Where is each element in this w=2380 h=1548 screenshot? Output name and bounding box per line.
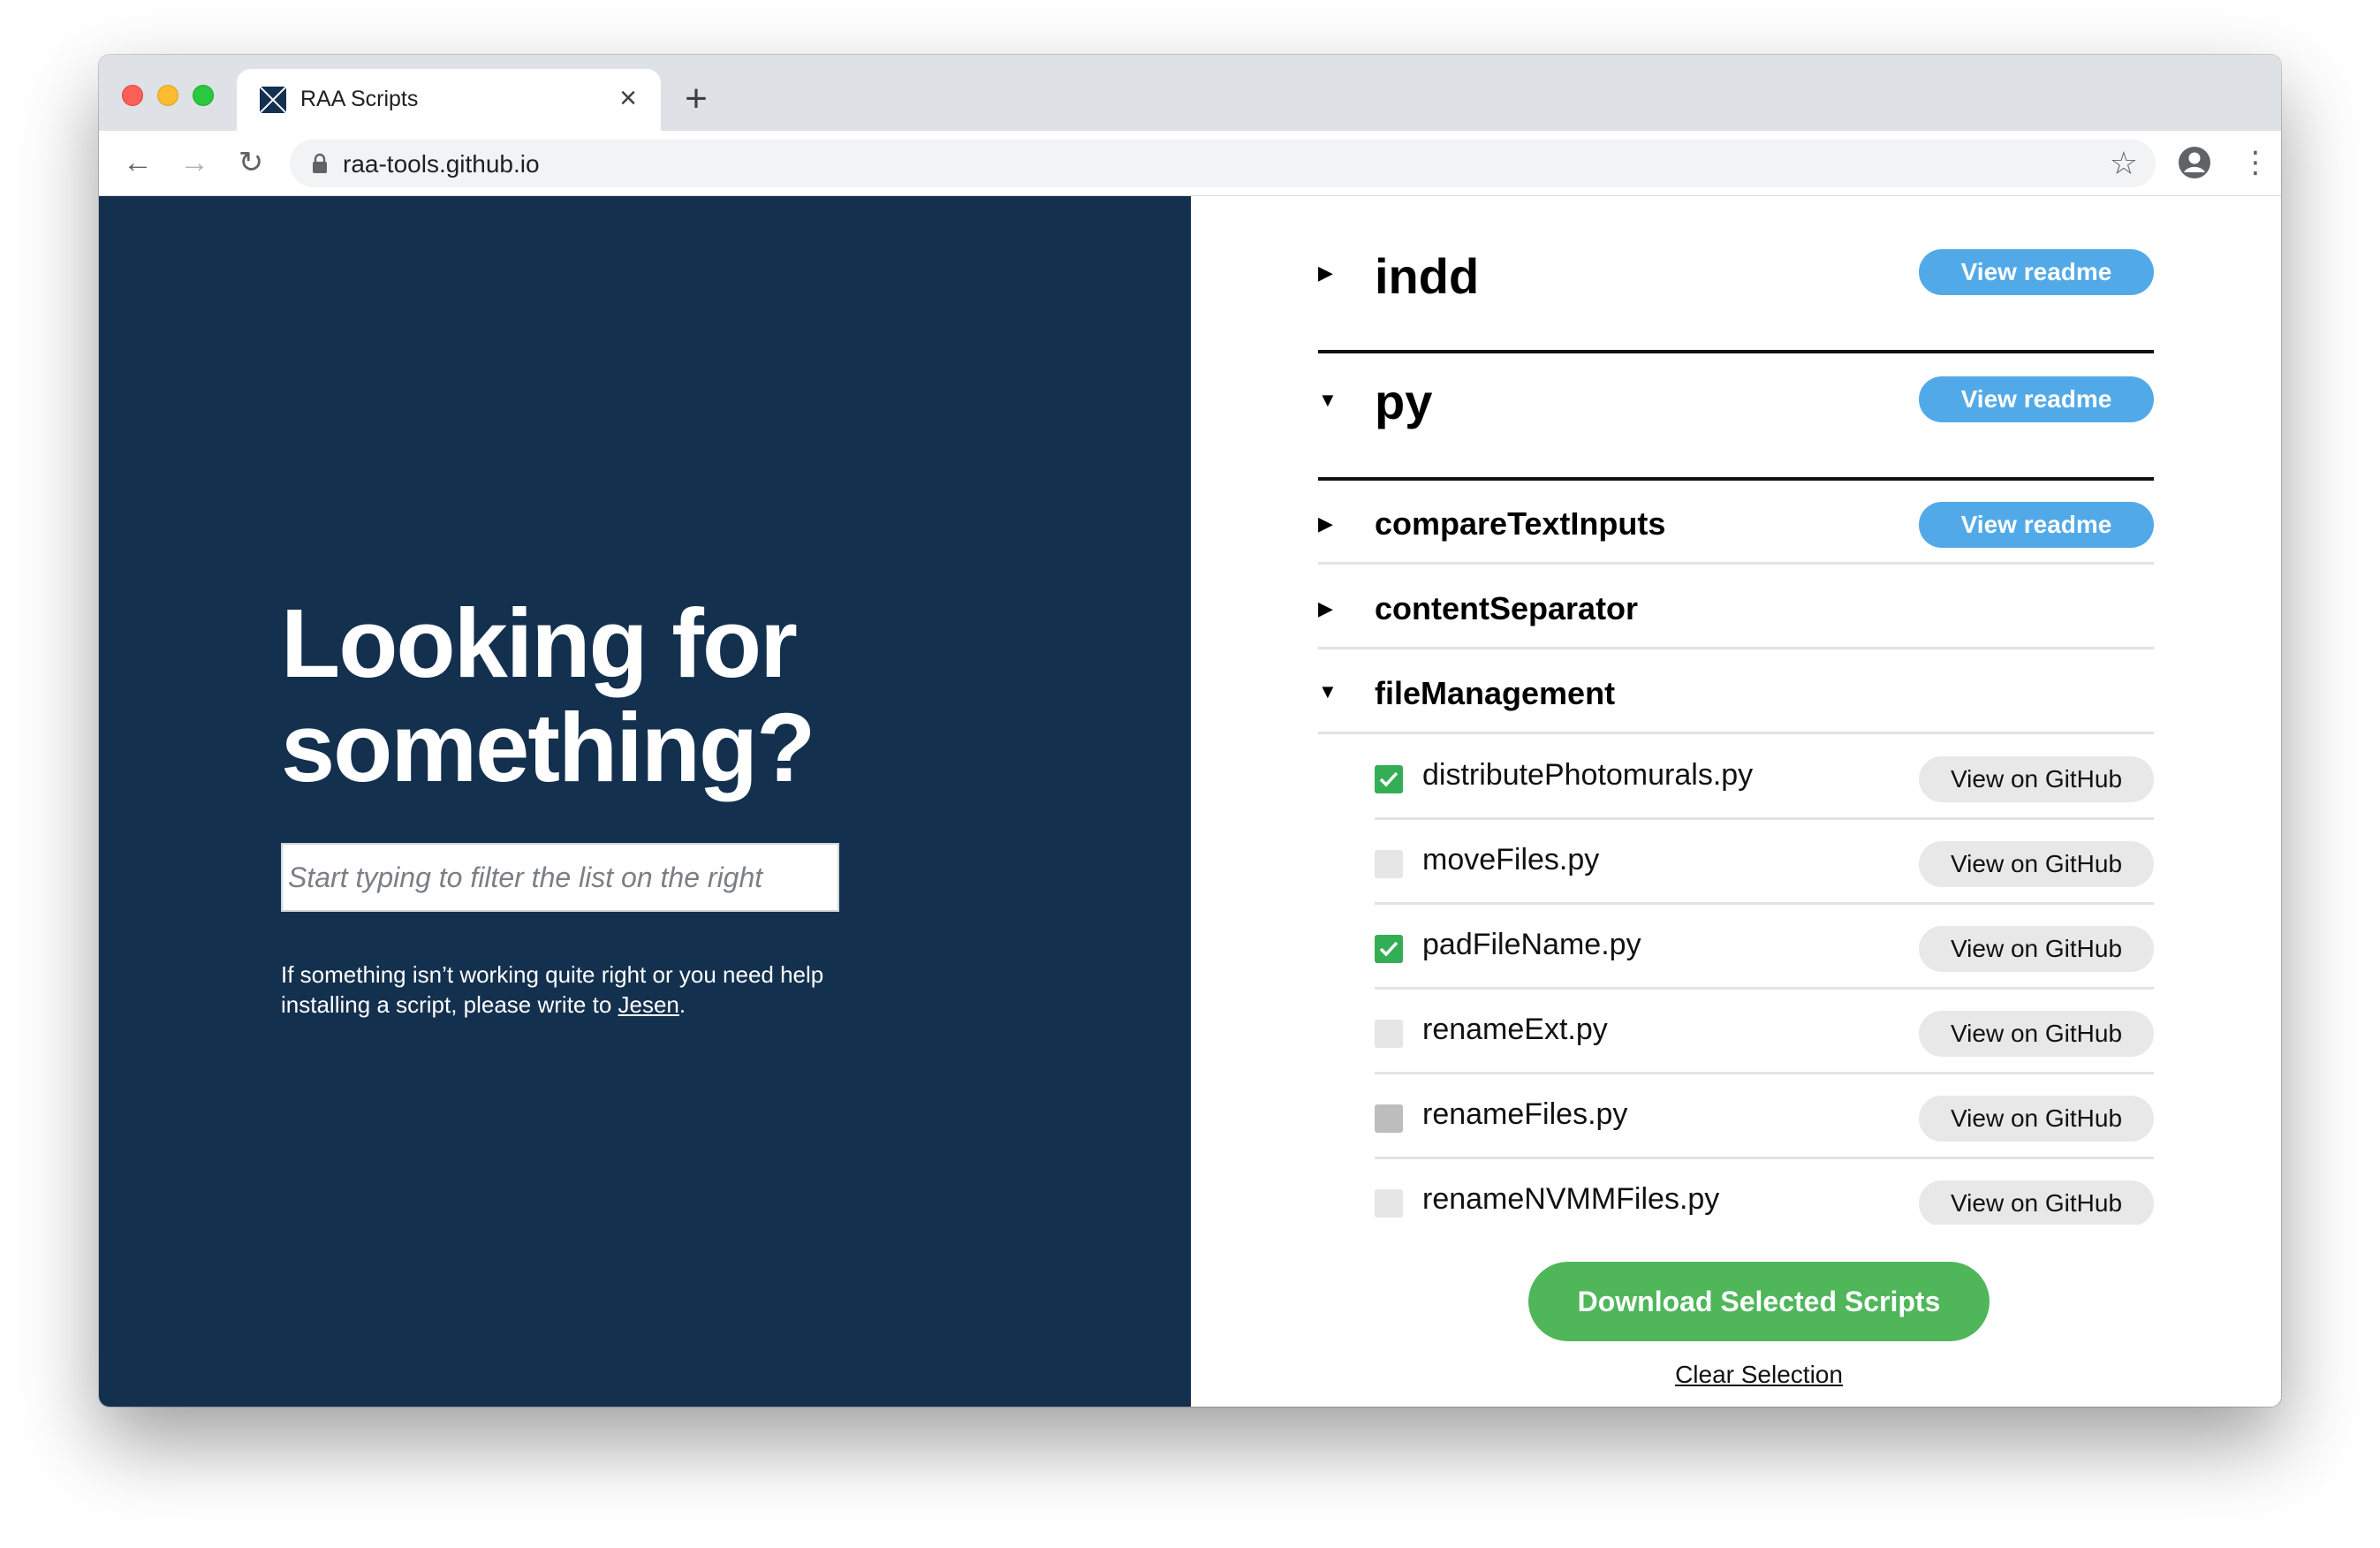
right-panel: ▶ indd View readme ▼ py View readme ▶ co… — [1191, 196, 2281, 1407]
lock-icon — [313, 153, 327, 173]
view-on-github-button[interactable]: View on GitHub — [1919, 1180, 2154, 1225]
caret-right-icon[interactable]: ▶ — [1318, 597, 1341, 620]
caret-down-icon[interactable]: ▼ — [1318, 389, 1341, 412]
section-title: py — [1375, 374, 1433, 429]
tab-raa-scripts[interactable]: RAA Scripts × — [237, 69, 661, 131]
list-item: renameFiles.py View on GitHub — [1375, 1074, 2154, 1159]
subsection-content-separator[interactable]: ▶ contentSeparator — [1318, 567, 2154, 647]
back-arrow-icon[interactable]: ← — [120, 145, 155, 180]
contact-link[interactable]: Jesen — [618, 991, 679, 1018]
caret-right-icon[interactable]: ▶ — [1318, 512, 1341, 535]
caret-down-icon[interactable]: ▼ — [1318, 680, 1341, 703]
file-name: moveFiles.py — [1422, 843, 1600, 876]
download-selected-button[interactable]: Download Selected Scripts — [1528, 1262, 1990, 1341]
plus-icon[interactable]: + — [678, 80, 714, 118]
minimize-window-button[interactable] — [157, 85, 178, 106]
view-readme-button[interactable]: View readme — [1919, 502, 2154, 548]
tab-strip: RAA Scripts × + — [99, 55, 2281, 131]
close-window-button[interactable] — [122, 85, 143, 106]
browser-window: RAA Scripts × + ← → ↻ raa-tools.github.i… — [99, 55, 2281, 1407]
tab-title: RAA Scripts — [300, 87, 419, 111]
caret-right-icon[interactable]: ▶ — [1318, 262, 1341, 285]
row-divider — [1318, 647, 2154, 649]
list-item: distributePhotomurals.py View on GitHub — [1375, 735, 2154, 820]
checkbox[interactable] — [1375, 1104, 1403, 1133]
list-item: padFileName.py View on GitHub — [1375, 905, 2154, 990]
view-on-github-button[interactable]: View on GitHub — [1919, 1011, 2154, 1057]
heading-line-2: something? — [281, 694, 815, 802]
checkbox[interactable] — [1375, 765, 1403, 793]
filter-input[interactable] — [281, 843, 839, 912]
checkbox[interactable] — [1375, 1020, 1403, 1048]
section-py[interactable]: ▼ py View readme — [1318, 368, 2154, 431]
section-indd[interactable]: ▶ indd View readme — [1318, 240, 2154, 304]
view-on-github-button[interactable]: View on GitHub — [1919, 756, 2154, 802]
page-heading: Looking for something? — [281, 592, 1076, 801]
left-panel: Looking for something? If something isn’… — [99, 196, 1191, 1407]
view-readme-button[interactable]: View readme — [1919, 376, 2154, 422]
checkbox[interactable] — [1375, 935, 1403, 963]
subsection-title: fileManagement — [1375, 675, 1616, 711]
clear-selection-link[interactable]: Clear Selection — [1528, 1361, 1990, 1389]
close-icon[interactable]: × — [613, 83, 643, 113]
profile-icon[interactable] — [2177, 145, 2212, 180]
page-content: Looking for something? If something isn’… — [99, 196, 2281, 1407]
list-item: renameNVMMFiles.py View on GitHub — [1375, 1159, 2154, 1225]
section-divider — [1318, 477, 2154, 481]
list-item: renameExt.py View on GitHub — [1375, 990, 2154, 1074]
view-on-github-button[interactable]: View on GitHub — [1919, 1096, 2154, 1142]
view-on-github-button[interactable]: View on GitHub — [1919, 841, 2154, 887]
row-divider — [1318, 732, 2154, 734]
heading-line-1: Looking for — [281, 589, 798, 698]
address-toolbar: ← → ↻ raa-tools.github.io ☆ ⋮ — [99, 131, 2281, 196]
file-name: renameExt.py — [1422, 1013, 1608, 1046]
checkbox[interactable] — [1375, 1189, 1403, 1218]
view-readme-button[interactable]: View readme — [1919, 249, 2154, 295]
forward-arrow-icon[interactable]: → — [177, 145, 212, 180]
help-text-body: If something isn’t working quite right o… — [281, 961, 824, 1018]
star-icon[interactable]: ☆ — [2110, 147, 2138, 180]
subsection-title: compareTextInputs — [1375, 505, 1666, 542]
list-item: moveFiles.py View on GitHub — [1375, 820, 2154, 905]
subsection-title: contentSeparator — [1375, 590, 1639, 626]
maximize-window-button[interactable] — [193, 85, 214, 106]
help-text: If something isn’t working quite right o… — [281, 960, 864, 1020]
favicon-icon — [260, 87, 286, 113]
reload-icon[interactable]: ↻ — [233, 145, 269, 180]
address-bar[interactable]: raa-tools.github.io ☆ — [290, 140, 2156, 187]
row-divider — [1318, 562, 2154, 565]
view-on-github-button[interactable]: View on GitHub — [1919, 926, 2154, 972]
file-name: distributePhotomurals.py — [1422, 758, 1754, 792]
kebab-menu-icon[interactable]: ⋮ — [2240, 145, 2270, 180]
url-text: raa-tools.github.io — [343, 150, 540, 178]
subsection-file-management[interactable]: ▼ fileManagement — [1318, 652, 2154, 732]
subsection-compare-text-inputs[interactable]: ▶ compareTextInputs View readme — [1318, 484, 2154, 564]
help-text-end: . — [678, 991, 686, 1018]
section-divider — [1318, 350, 2154, 353]
file-name: renameFiles.py — [1422, 1097, 1628, 1131]
checkbox[interactable] — [1375, 850, 1403, 878]
script-list: ▶ indd View readme ▼ py View readme ▶ co… — [1191, 196, 2281, 1225]
file-name: padFileName.py — [1422, 928, 1641, 961]
section-title: indd — [1375, 248, 1480, 304]
file-name: renameNVMMFiles.py — [1422, 1182, 1720, 1216]
